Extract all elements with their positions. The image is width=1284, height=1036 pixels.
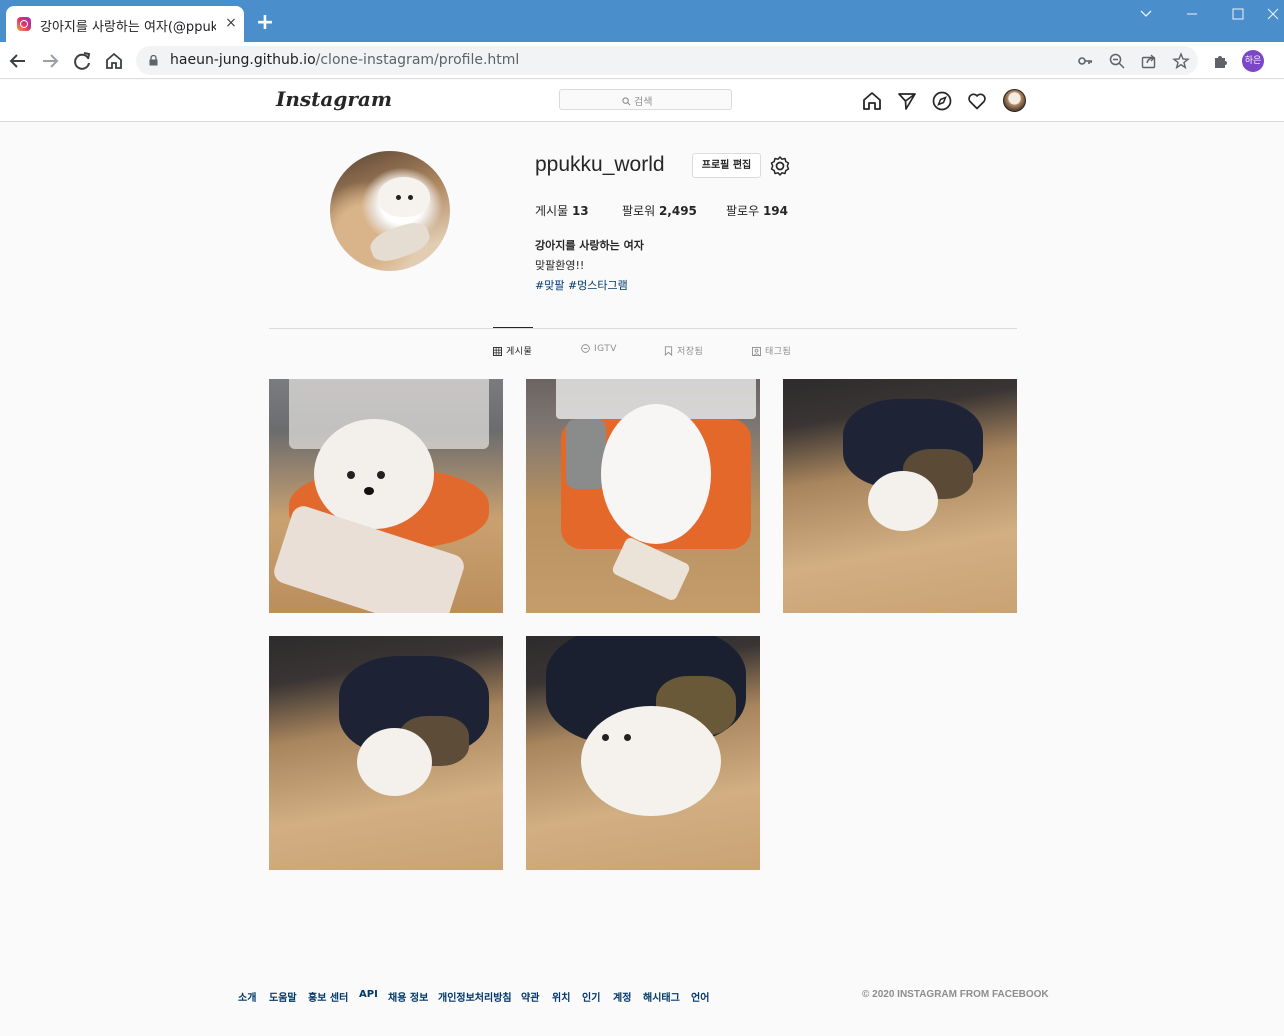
tab-tagged-label: 태그됨 [765,347,792,357]
bio-hashtags[interactable]: #맞팔 #멍스타그램 [535,277,628,293]
forward-icon[interactable] [39,50,61,72]
search-icon [622,97,631,106]
zoom-icon[interactable] [1108,52,1126,70]
url-text[interactable]: haeun-jung.github.io/clone-instagram/pro… [170,52,519,68]
post-thumbnail[interactable] [783,379,1017,613]
minimize-icon[interactable] [1177,6,1207,22]
bio-text: 맞팔환영!! [535,259,585,272]
tab-igtv-label: IGTV [594,344,617,354]
profile-username: ppukku_world [535,153,665,176]
footer-link-about[interactable]: 소개 [238,989,256,1004]
following-stat[interactable]: 팔로우 194 [726,202,788,219]
tab-saved-label: 저장됨 [677,347,704,357]
igtv-icon [581,344,590,353]
home-icon[interactable] [861,90,883,112]
explore-icon[interactable] [931,90,953,112]
post-thumbnail[interactable] [526,636,760,870]
footer-link-privacy[interactable]: 개인정보처리방침 [438,989,512,1004]
reload-icon[interactable] [71,50,93,72]
lock-icon[interactable] [149,55,158,66]
new-tab-button[interactable]: + [254,12,276,34]
active-tab-indicator [493,327,533,328]
instagram-logo[interactable]: Instagram [276,87,392,111]
instagram-header: Instagram 검색 [0,80,1284,122]
tab-close-button[interactable]: × [222,14,240,32]
instagram-favicon-icon [17,17,31,31]
home-browser-icon[interactable] [103,50,125,72]
followers-stat-value: 2,495 [658,204,697,218]
tab-posts-label: 게시물 [506,347,533,357]
tab-title: 강아지를 사랑하는 여자(@ppukku_world) [40,20,216,34]
search-input[interactable]: 검색 [559,89,732,110]
url-host: haeun-jung.github.io [170,52,316,68]
edit-profile-button[interactable]: 프로필 편집 [692,153,761,178]
post-thumbnail[interactable] [269,379,503,613]
browser-toolbar: haeun-jung.github.io/clone-instagram/pro… [0,42,1284,79]
bookmark-icon [664,346,673,357]
back-icon[interactable] [7,50,29,72]
footer-link-terms[interactable]: 약관 [521,989,539,1004]
maximize-icon[interactable] [1223,6,1253,22]
key-icon[interactable] [1076,52,1094,70]
posts-stat-value: 13 [571,204,589,218]
share-icon[interactable] [1140,52,1158,70]
browser-tab[interactable]: 강아지를 사랑하는 여자(@ppukku_world) × [6,6,244,42]
footer-link-accounts[interactable]: 계정 [613,989,631,1004]
footer-link-jobs[interactable]: 채용 정보 [388,989,428,1004]
settings-gear-icon[interactable] [769,155,791,177]
footer-copyright: © 2020 INSTAGRAM FROM FACEBOOK [862,989,1049,1000]
posts-stat-label: 게시물 [535,204,569,218]
footer-link-top[interactable]: 인기 [582,989,600,1004]
nav-profile-avatar[interactable] [1003,89,1026,112]
post-thumbnail[interactable] [526,379,760,613]
footer-link-press[interactable]: 홍보 센터 [308,989,348,1004]
following-stat-label: 팔로우 [726,204,760,218]
profile-divider [269,328,1017,329]
tab-tagged[interactable]: 태그됨 [752,344,791,358]
extensions-icon[interactable] [1211,51,1231,71]
post-thumbnail[interactable] [269,636,503,870]
tab-posts[interactable]: 게시물 [493,344,532,358]
posts-stat: 게시물 13 [535,202,589,219]
bookmark-star-icon[interactable] [1172,52,1190,70]
footer-link-help[interactable]: 도움말 [269,989,297,1004]
footer-link-language[interactable]: 언어 [691,989,709,1004]
tab-search-icon[interactable] [1131,6,1161,22]
profile-avatar[interactable] [330,151,450,271]
footer-link-api[interactable]: API [359,989,378,1000]
browser-profile-avatar[interactable]: 하은 [1242,50,1264,72]
tab-saved[interactable]: 저장됨 [664,344,703,358]
footer-link-locations[interactable]: 위치 [552,989,570,1004]
tab-igtv[interactable]: IGTV [581,344,617,358]
followers-stat[interactable]: 팔로워 2,495 [622,202,697,219]
following-stat-value: 194 [762,204,789,218]
close-window-icon[interactable] [1260,6,1284,22]
url-path: /clone-instagram/profile.html [315,52,520,68]
grid-icon [493,347,502,356]
followers-stat-label: 팔로워 [622,204,656,218]
browser-tab-strip: 강아지를 사랑하는 여자(@ppukku_world) × + [0,0,1284,42]
tagged-icon [752,347,761,356]
bio-name: 강아지를 사랑하는 여자 [535,239,644,252]
search-placeholder: 검색 [634,97,653,108]
address-bar[interactable]: haeun-jung.github.io/clone-instagram/pro… [136,46,1198,75]
activity-heart-icon[interactable] [966,90,988,112]
footer-link-hashtags[interactable]: 해시태그 [643,989,680,1004]
direct-icon[interactable] [896,90,918,112]
